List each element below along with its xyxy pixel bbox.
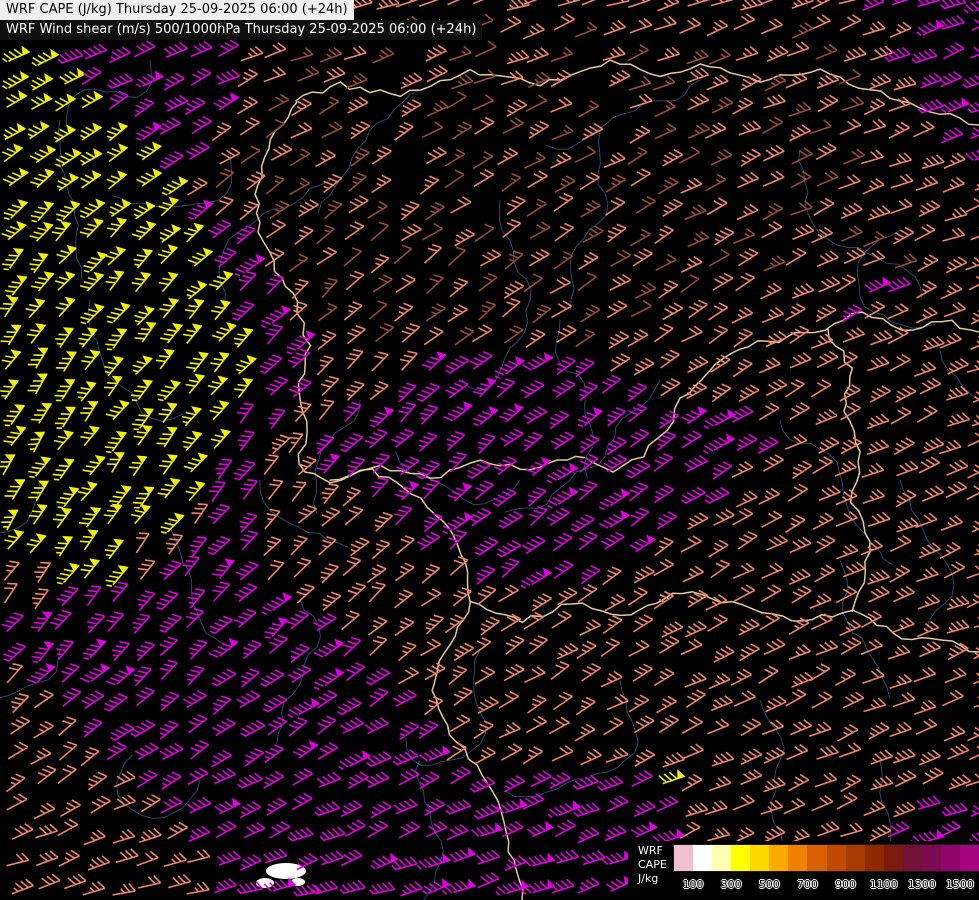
legend-swatch (922, 845, 941, 871)
legend-tick: 1100 (870, 878, 898, 891)
weather-map (0, 0, 979, 900)
legend-swatch (960, 845, 979, 871)
legend-param-label: CAPE (638, 858, 674, 872)
legend-label-block: WRF CAPE J/kg (628, 841, 674, 900)
legend-swatch (807, 845, 826, 871)
legend-scale-area: 100 300 500 700 900 1100 1300 1500 (674, 841, 979, 900)
legend-swatch (941, 845, 960, 871)
legend-tick: 1300 (908, 878, 936, 891)
legend-swatch (769, 845, 788, 871)
legend-color-scale (674, 845, 979, 871)
legend-swatch (846, 845, 865, 871)
cape-legend: WRF CAPE J/kg 100 300 500 700 900 1100 1300 150… (628, 841, 979, 900)
map-title-cape: WRF CAPE (J/kg) Thursday 25-09-2025 06:0… (0, 0, 354, 20)
lake-patch (256, 878, 274, 888)
legend-swatch (865, 845, 884, 871)
legend-swatch (827, 845, 846, 871)
legend-tick: 300 (721, 878, 742, 891)
legend-swatch (693, 845, 712, 871)
legend-swatch (712, 845, 731, 871)
map-background (0, 0, 979, 900)
legend-tick-labels: 100 300 500 700 900 1100 1300 1500 (674, 878, 979, 894)
wrf-map-view: WRF CAPE (J/kg) Thursday 25-09-2025 06:0… (0, 0, 979, 900)
legend-swatch (903, 845, 922, 871)
legend-tick: 1500 (946, 878, 974, 891)
legend-swatch (788, 845, 807, 871)
legend-tick: 500 (759, 878, 780, 891)
legend-swatch (674, 845, 693, 871)
legend-unit-label: J/kg (638, 872, 674, 886)
legend-swatch (750, 845, 769, 871)
legend-tick: 700 (797, 878, 818, 891)
legend-swatch (731, 845, 750, 871)
legend-model-label: WRF (638, 844, 674, 858)
legend-tick: 100 (683, 878, 704, 891)
map-title-windshear: WRF Wind shear (m/s) 500/1000hPa Thursda… (0, 20, 482, 40)
legend-swatch (884, 845, 903, 871)
legend-tick: 900 (835, 878, 856, 891)
